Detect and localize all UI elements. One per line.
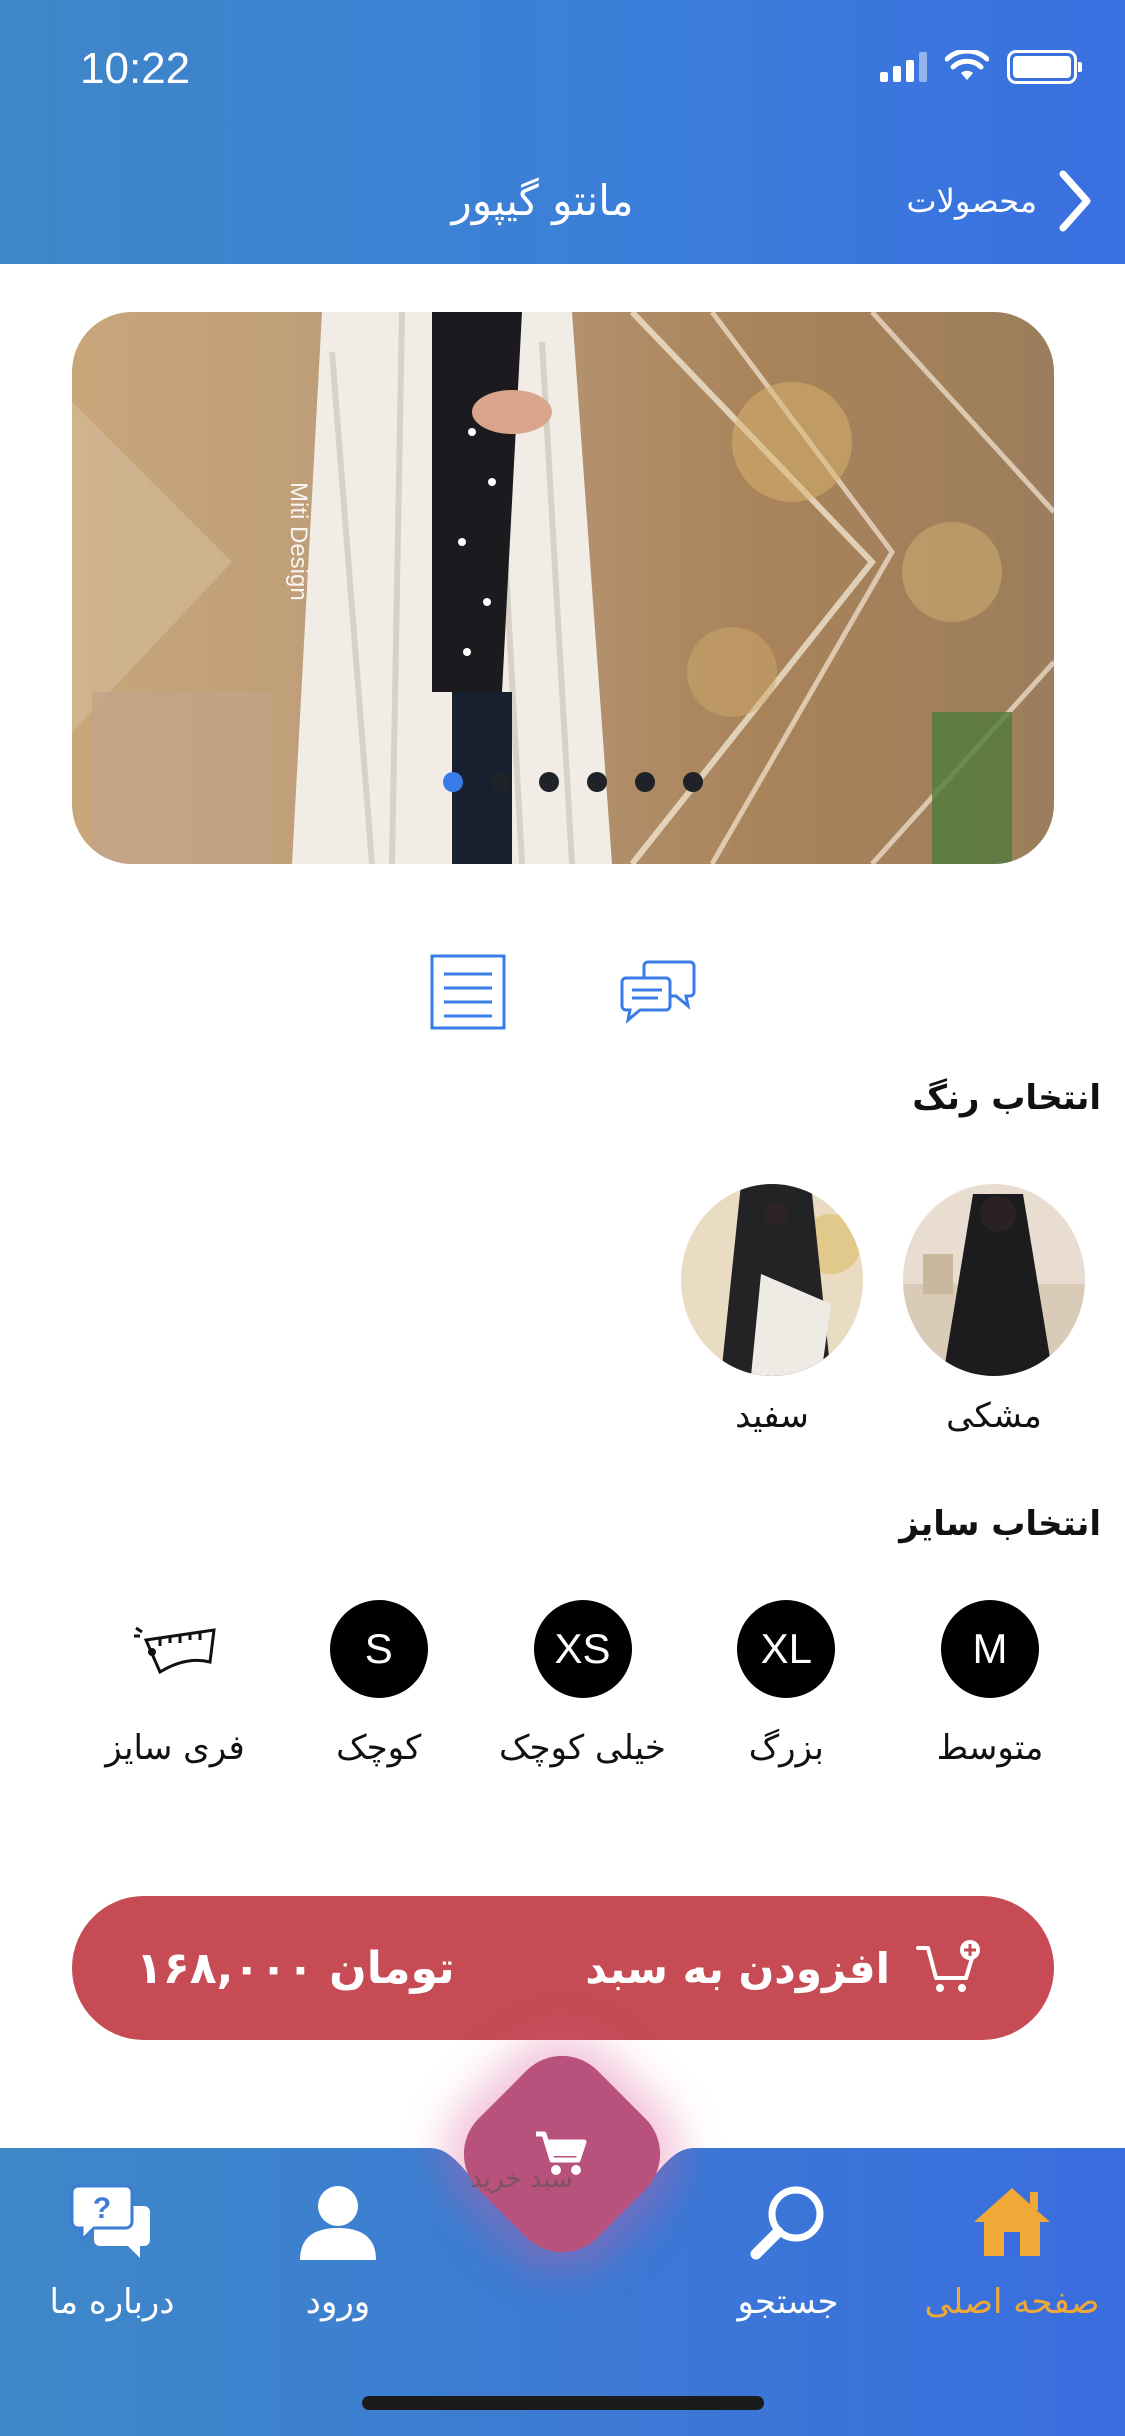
description-list-icon[interactable] bbox=[428, 952, 508, 1032]
nav-item-login[interactable]: ورود bbox=[238, 2180, 438, 2322]
size-badge: M bbox=[941, 1600, 1039, 1698]
back-button[interactable]: محصولات bbox=[907, 168, 1095, 234]
color-swatch-image bbox=[903, 1184, 1085, 1376]
size-label: کوچک bbox=[336, 1728, 422, 1768]
size-label: فری سایز bbox=[105, 1728, 245, 1768]
wifi-icon bbox=[945, 50, 989, 80]
size-options: M متوسط XL بزرگ XS خیلی کوچک S کوچک فری … bbox=[80, 1600, 1085, 1768]
size-section-title: انتخاب سایز bbox=[899, 1504, 1101, 1544]
size-option-s[interactable]: S کوچک bbox=[284, 1600, 474, 1768]
home-icon bbox=[974, 2188, 1050, 2256]
chat-question-icon: ? bbox=[70, 2184, 150, 2258]
comments-icon[interactable] bbox=[618, 952, 698, 1032]
color-option-black[interactable]: مشکی bbox=[903, 1184, 1085, 1436]
size-label: خیلی کوچک bbox=[499, 1728, 666, 1768]
carousel-dot[interactable] bbox=[635, 772, 655, 792]
add-to-cart-button[interactable]: ۱۶۸,۰۰۰ تومان افزودن به سبد bbox=[72, 1896, 1054, 2040]
nav-item-search[interactable]: جستجو bbox=[688, 2180, 888, 2322]
user-icon bbox=[300, 2186, 376, 2260]
carousel-dot[interactable] bbox=[443, 772, 463, 792]
carousel-dot[interactable] bbox=[491, 772, 511, 792]
nav-label: جستجو bbox=[737, 2282, 839, 2322]
size-option-free[interactable]: فری سایز bbox=[80, 1600, 270, 1768]
color-label: سفید bbox=[735, 1396, 809, 1436]
status-time: 10:22 bbox=[80, 44, 191, 93]
size-label: متوسط bbox=[936, 1728, 1044, 1768]
tape-measure-icon bbox=[126, 1600, 224, 1698]
nav-label: درباره ما bbox=[49, 2282, 175, 2322]
color-option-white[interactable]: سفید bbox=[681, 1184, 863, 1436]
carousel-dot[interactable] bbox=[587, 772, 607, 792]
color-label: مشکی bbox=[946, 1396, 1042, 1436]
color-section-title: انتخاب رنگ bbox=[912, 1078, 1101, 1118]
cart-plus-icon bbox=[916, 1940, 980, 1992]
price-label: ۱۶۸,۰۰۰ تومان bbox=[136, 1942, 455, 1994]
add-to-cart-content: افزودن به سبد bbox=[585, 1938, 984, 1998]
carousel-dot[interactable] bbox=[683, 772, 703, 792]
back-label: محصولات bbox=[906, 182, 1037, 220]
nav-item-home[interactable]: صفحه اصلی bbox=[912, 2180, 1112, 2322]
size-option-m[interactable]: M متوسط bbox=[895, 1600, 1085, 1768]
product-info-actions bbox=[0, 952, 1125, 1032]
chevron-right-icon bbox=[1059, 170, 1091, 232]
size-option-xs[interactable]: XS خیلی کوچک bbox=[488, 1600, 678, 1768]
watermark-text: Miti Design bbox=[285, 482, 312, 601]
product-image-carousel[interactable]: Miti Design bbox=[72, 312, 1054, 864]
add-to-cart-label: افزودن به سبد bbox=[585, 1943, 890, 1993]
svg-text:?: ? bbox=[93, 2192, 111, 2225]
size-badge: XS bbox=[533, 1600, 632, 1698]
nav-label-cart: سبد خرید bbox=[470, 2164, 573, 2194]
header-bar: 10:22 مانتو گیپور محصولات bbox=[0, 0, 1125, 264]
size-badge: S bbox=[329, 1600, 428, 1698]
search-icon bbox=[750, 2186, 824, 2260]
color-swatch-image bbox=[681, 1184, 863, 1376]
carousel-dots bbox=[72, 772, 1054, 792]
cellular-signal-icon bbox=[880, 52, 927, 82]
battery-icon bbox=[1007, 50, 1082, 84]
color-options: مشکی سفید bbox=[681, 1184, 1085, 1436]
nav-label: ورود bbox=[305, 2282, 371, 2322]
size-label: بزرگ bbox=[748, 1728, 824, 1768]
status-icons bbox=[880, 50, 1082, 84]
nav-item-about[interactable]: ? درباره ما bbox=[12, 2180, 212, 2322]
home-indicator bbox=[362, 2396, 764, 2410]
size-badge: XL bbox=[737, 1600, 836, 1698]
carousel-dot[interactable] bbox=[539, 772, 559, 792]
size-option-xl[interactable]: XL بزرگ bbox=[691, 1600, 881, 1768]
nav-label: صفحه اصلی bbox=[924, 2282, 1100, 2322]
